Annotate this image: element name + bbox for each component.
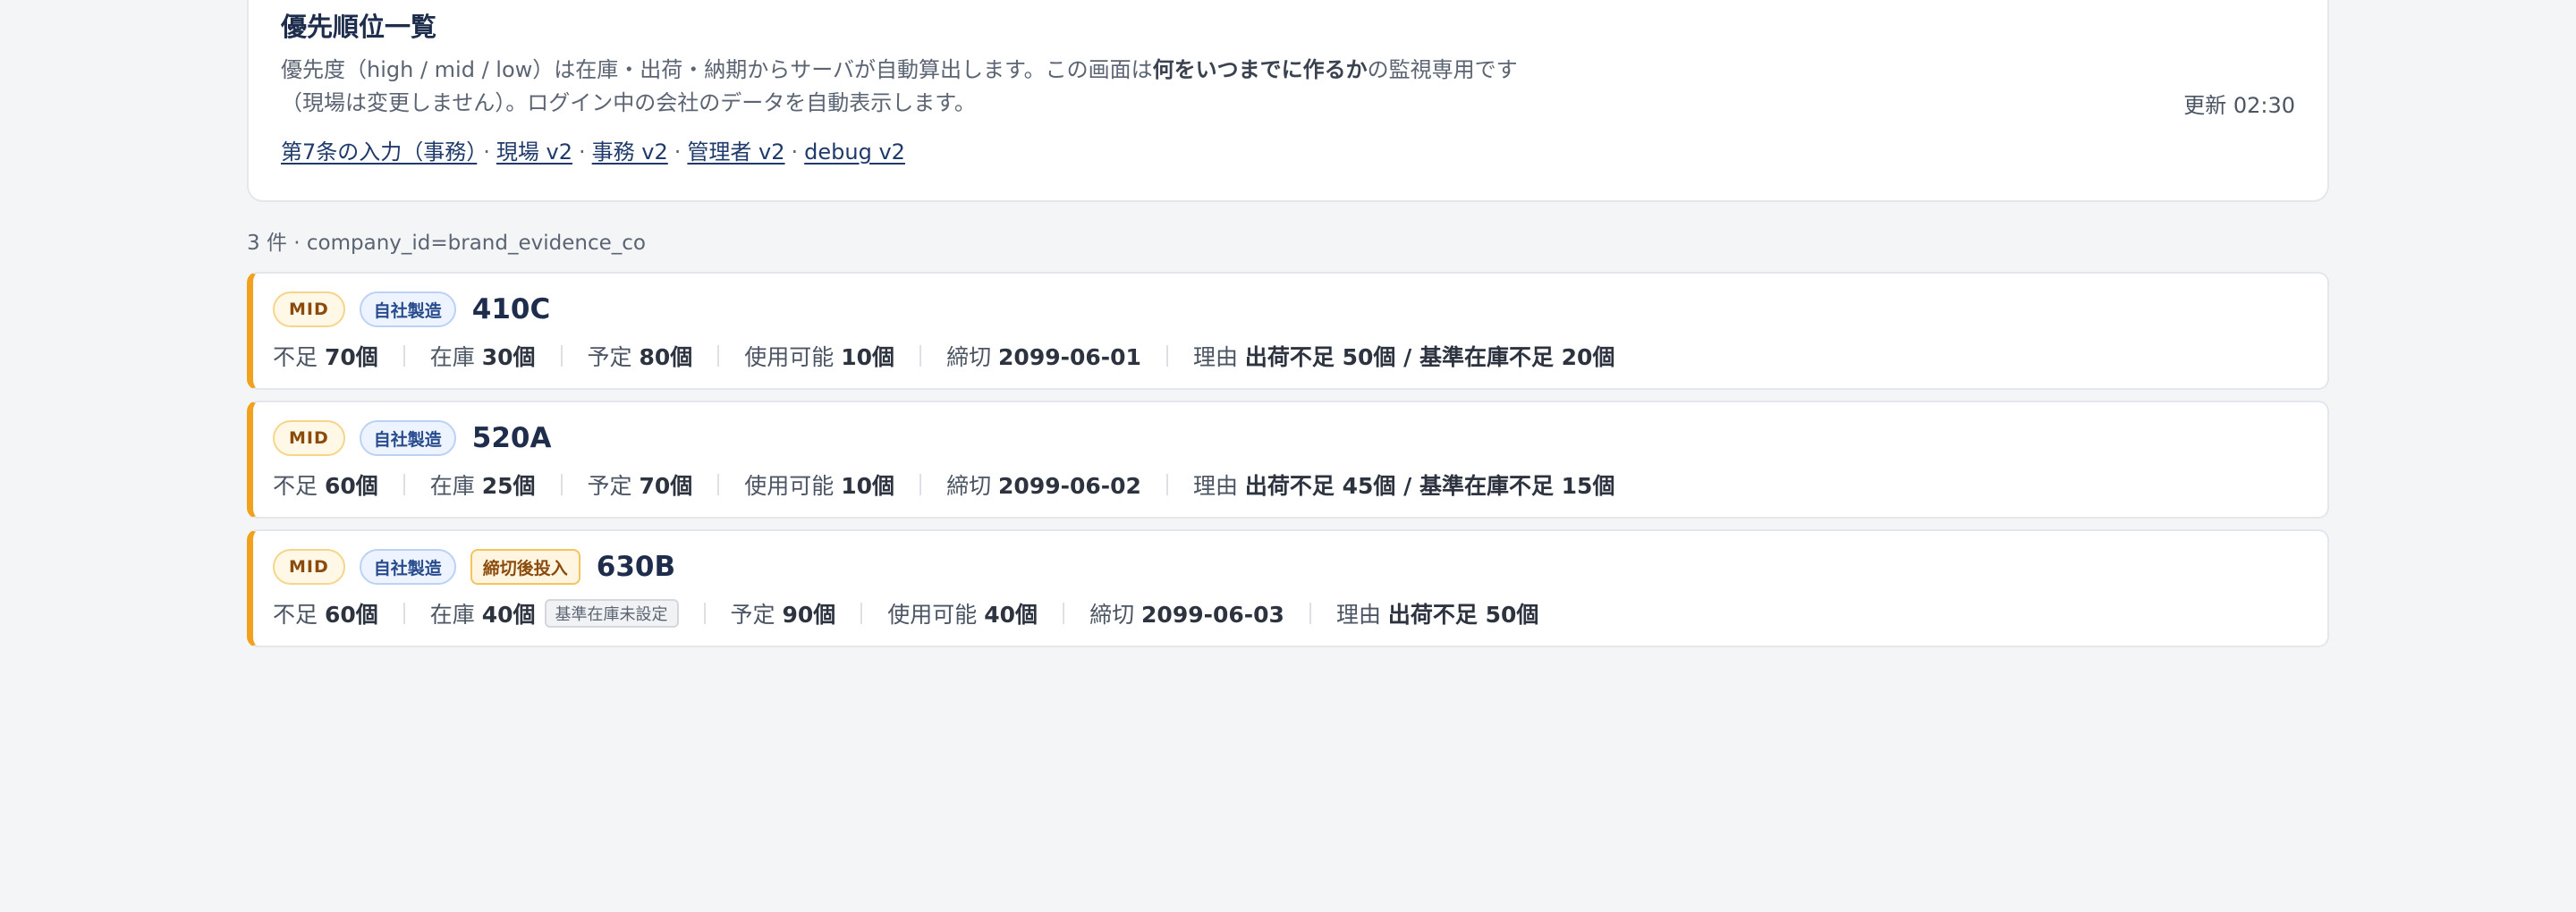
metric-stock: 在庫 40個: [429, 602, 536, 628]
result-count: 3 件 · company_id=brand_evidence_co: [247, 232, 646, 255]
metric-planned: 予定 80個: [587, 344, 693, 370]
metric-divider: [402, 345, 405, 367]
item-header: MID 自社製造 締切後投入 630B: [273, 547, 2327, 587]
nav-links: 第7条の入力（事務） · 現場 v2 · 事務 v2 · 管理者 v2 · debug v2: [281, 134, 905, 165]
metric-deadline: 締切 2099-06-02: [946, 473, 1141, 499]
priority-badge: MID: [273, 549, 345, 585]
item-metrics: 不足 70個 在庫 30個 予定 80個 使用可能 10個 締切 2099-06…: [273, 338, 2327, 374]
metric-planned: 予定 90個: [730, 602, 836, 628]
metric-shortage: 不足 60個: [273, 473, 378, 499]
metric-divider: [560, 345, 563, 367]
metric-divider: [717, 345, 720, 367]
sku-code: 630B: [596, 551, 676, 583]
metric-divider: [717, 474, 720, 495]
metric-divider: [560, 474, 563, 495]
metric-shortage: 不足 70個: [273, 344, 378, 370]
metric-deadline: 締切 2099-06-03: [1089, 602, 1284, 628]
source-badge: 自社製造: [359, 549, 456, 585]
item-metrics: 不足 60個 在庫 40個 基準在庫未設定 予定 90個 使用可能 40個 締切…: [273, 595, 2327, 631]
sku-code: 410C: [471, 293, 551, 325]
priority-badge: MID: [273, 291, 345, 327]
stock-note-badge: 基準在庫未設定: [544, 599, 679, 628]
link-field-v2[interactable]: 現場 v2: [496, 139, 572, 165]
metric-deadline: 締切 2099-06-01: [946, 344, 1141, 370]
page-title: 優先順位一覧: [281, 12, 437, 42]
metric-reason: 理由 出荷不足 50個 / 基準在庫不足 20個: [1192, 344, 1615, 370]
link-separator: ·: [791, 139, 799, 165]
link-admin-v2[interactable]: 管理者 v2: [687, 139, 784, 165]
link-separator: ·: [674, 139, 682, 165]
updated-time: 更新 02:30: [2183, 93, 2295, 118]
metric-divider: [703, 603, 706, 624]
metric-divider: [919, 474, 922, 495]
metric-divider: [919, 345, 922, 367]
metric-divider: [1165, 345, 1168, 367]
metric-divider: [402, 474, 405, 495]
link-separator: ·: [483, 139, 490, 165]
metric-stock: 在庫 25個: [429, 473, 536, 499]
item-metrics: 不足 60個 在庫 25個 予定 70個 使用可能 10個 締切 2099-06…: [273, 467, 2327, 502]
page-container: 優先順位一覧 優先度（high / mid / low）は在庫・出荷・納期からサ…: [247, 0, 2329, 647]
metric-available: 使用可能 40個: [887, 602, 1038, 628]
metric-stock: 在庫 30個: [429, 344, 536, 370]
header-card: 優先順位一覧 優先度（high / mid / low）は在庫・出荷・納期からサ…: [247, 0, 2329, 202]
link-office-v2[interactable]: 事務 v2: [592, 139, 668, 165]
link-separator: ·: [579, 139, 586, 165]
priority-item[interactable]: MID 自社製造 520A 不足 60個 在庫 25個 予定 70個 使用可能 …: [247, 401, 2329, 519]
metric-available: 使用可能 10個: [744, 473, 895, 499]
metric-planned: 予定 70個: [587, 473, 693, 499]
late-input-badge: 締切後投入: [470, 549, 580, 585]
metric-reason: 理由 出荷不足 45個 / 基準在庫不足 15個: [1192, 473, 1615, 499]
priority-badge: MID: [273, 420, 345, 456]
metric-divider: [1165, 474, 1168, 495]
metric-divider: [1309, 603, 1311, 624]
priority-item[interactable]: MID 自社製造 締切後投入 630B 不足 60個 在庫 40個 基準在庫未設…: [247, 529, 2329, 647]
description-emphasis: 何をいつまでに作るか: [1152, 57, 1368, 82]
metric-divider: [860, 603, 863, 624]
metric-divider: [1063, 603, 1065, 624]
metric-reason: 理由 出荷不足 50個: [1335, 602, 1539, 628]
source-badge: 自社製造: [359, 420, 456, 456]
metric-shortage: 不足 60個: [273, 602, 378, 628]
link-debug-v2[interactable]: debug v2: [804, 139, 905, 165]
source-badge: 自社製造: [359, 291, 456, 327]
link-article7-input[interactable]: 第7条の入力（事務）: [281, 139, 477, 165]
priority-item[interactable]: MID 自社製造 410C 不足 70個 在庫 30個 予定 80個 使用可能 …: [247, 272, 2329, 390]
metric-available: 使用可能 10個: [744, 344, 895, 370]
page-description: 優先度（high / mid / low）は在庫・出荷・納期からサーバが自動算出…: [281, 54, 1587, 120]
item-header: MID 自社製造 520A: [273, 418, 2327, 458]
description-line2: （現場は変更しません）。ログイン中の会社のデータを自動表示します。: [281, 90, 976, 115]
metric-divider: [402, 603, 405, 624]
description-text-end: の監視専用です: [1367, 57, 1518, 82]
sku-code: 520A: [471, 422, 552, 454]
description-text: 優先度（high / mid / low）は在庫・出荷・納期からサーバが自動算出…: [281, 57, 1153, 82]
item-header: MID 自社製造 410C: [273, 290, 2327, 329]
